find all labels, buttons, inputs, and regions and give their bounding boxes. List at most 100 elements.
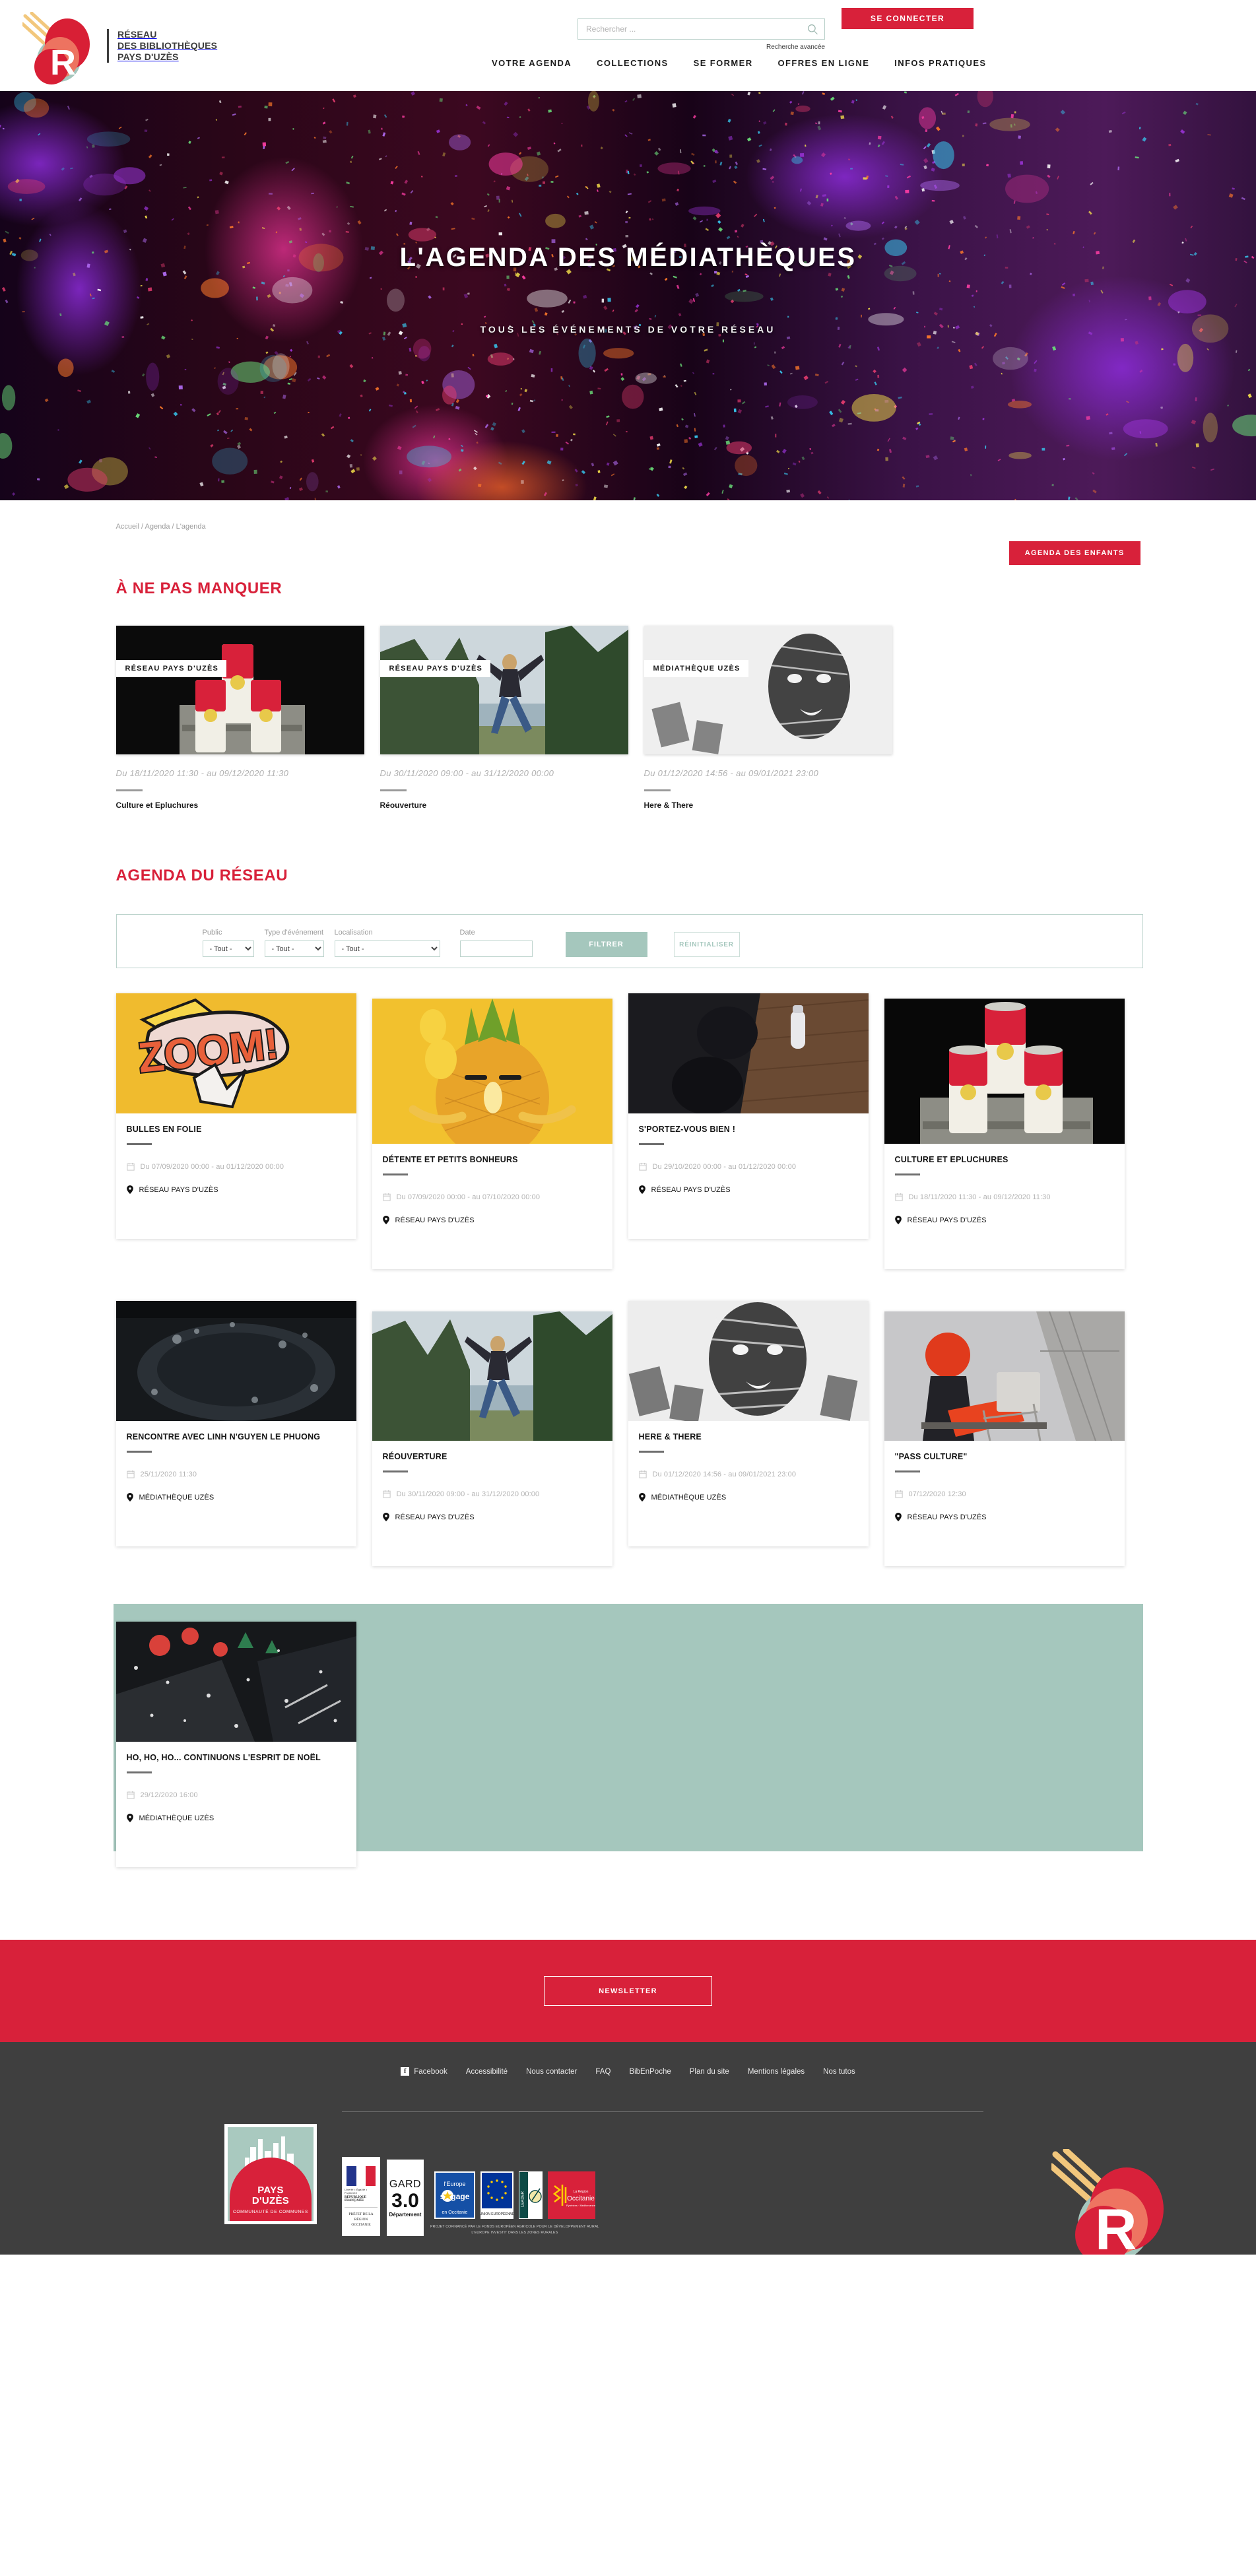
event-card[interactable]: RÉOUVERTURE Du 30/11/2020 09:00 - au 31/… bbox=[372, 1311, 612, 1566]
highlight-image[interactable]: MÉDIATHÈQUE UZÈS bbox=[644, 626, 892, 754]
event-date-row: Du 01/12/2020 14:56 - au 09/01/2021 23:0… bbox=[639, 1470, 858, 1478]
highlight-title[interactable]: Réouverture bbox=[380, 801, 628, 810]
advanced-search-link[interactable]: Recherche avancée bbox=[766, 44, 825, 51]
event-title[interactable]: "PASS CULTURE" bbox=[895, 1451, 1114, 1462]
highlight-card[interactable]: MÉDIATHÈQUE UZÈS Du 01/12/2020 14:56 - a… bbox=[644, 626, 892, 810]
event-image[interactable] bbox=[628, 993, 869, 1113]
event-image[interactable] bbox=[372, 1311, 612, 1441]
event-title[interactable]: RENCONTRE AVEC LINH N'GUYEN LE PHUONG bbox=[127, 1432, 346, 1442]
logo-line-1: RÉSEAU bbox=[117, 29, 217, 40]
event-body: S'PORTEZ-VOUS BIEN ! Du 29/10/2020 00:00… bbox=[628, 1113, 869, 1239]
event-image[interactable] bbox=[884, 999, 1125, 1144]
event-card[interactable]: DÉTENTE ET PETITS BONHEURS Du 07/09/2020… bbox=[372, 999, 612, 1269]
breadcrumb-agenda[interactable]: Agenda bbox=[145, 523, 170, 531]
event-card[interactable]: HO, HO, HO... CONTINUONS L'ESPRIT DE NOË… bbox=[116, 1622, 356, 1867]
nav-item-se-former[interactable]: SE FORMER bbox=[694, 58, 753, 68]
event-image[interactable] bbox=[116, 1301, 356, 1421]
leader-logo[interactable]: LEADER bbox=[519, 2171, 543, 2219]
site-footer: f Facebook Accessibilité Nous contacter … bbox=[0, 2042, 1256, 2255]
nav-item-collections[interactable]: COLLECTIONS bbox=[597, 58, 669, 68]
pays-uzes-logo[interactable]: PAYS D'UZÈS COMMUNAUTÉ DE COMMUNES bbox=[224, 2124, 317, 2224]
event-card[interactable]: HERE & THERE Du 01/12/2020 14:56 - au 09… bbox=[628, 1301, 869, 1546]
gard-departement-logo[interactable]: GARD 3.0 Département bbox=[387, 2160, 424, 2236]
event-body: CULTURE ET EPLUCHURES Du 18/11/2020 11:3… bbox=[884, 1144, 1125, 1269]
hero-title: L'AGENDA DES MÉDIATHÈQUES bbox=[399, 243, 856, 273]
event-title[interactable]: DÉTENTE ET PETITS BONHEURS bbox=[383, 1154, 602, 1165]
site-logo[interactable]: R RÉSEAU DES BIBLIOTHÈQUES PAYS D'UZÈS bbox=[18, 7, 217, 84]
footer-link-nous-contacter[interactable]: Nous contacter bbox=[526, 2068, 577, 2076]
event-date: Du 01/12/2020 14:56 - au 09/01/2021 23:0… bbox=[653, 1470, 797, 1478]
highlight-card[interactable]: RÉSEAU PAYS D'UZÈS Du 18/11/2020 11:30 -… bbox=[116, 626, 364, 810]
highlight-title[interactable]: Culture et Epluchures bbox=[116, 801, 364, 810]
event-title[interactable]: BULLES EN FOLIE bbox=[127, 1124, 346, 1135]
union-europeenne-logo[interactable]: UNION EUROPÉENNE bbox=[480, 2171, 513, 2219]
funding-line-2: L'EUROPE INVESTIT DANS LES ZONES RURALES bbox=[430, 2230, 599, 2236]
event-card[interactable]: "PASS CULTURE" 07/12/2020 12:30 RÉSEAU P… bbox=[884, 1311, 1125, 1566]
soup-cans-photo bbox=[884, 999, 1125, 1144]
calendar-icon bbox=[895, 1490, 903, 1498]
event-title[interactable]: RÉOUVERTURE bbox=[383, 1451, 602, 1462]
event-title[interactable]: HERE & THERE bbox=[639, 1432, 858, 1442]
search-box[interactable] bbox=[578, 18, 825, 40]
highlight-tag: RÉSEAU PAYS D'UZÈS bbox=[380, 660, 491, 677]
event-date-row: Du 30/11/2020 09:00 - au 31/12/2020 00:0… bbox=[383, 1490, 602, 1498]
agenda-enfants-button[interactable]: AGENDA DES ENFANTS bbox=[1009, 541, 1140, 565]
footer-link-faq[interactable]: FAQ bbox=[595, 2068, 611, 2076]
event-card[interactable]: RENCONTRE AVEC LINH N'GUYEN LE PHUONG 25… bbox=[116, 1301, 356, 1546]
event-body: HERE & THERE Du 01/12/2020 14:56 - au 09… bbox=[628, 1421, 869, 1546]
login-button[interactable]: SE CONNECTER bbox=[842, 8, 974, 29]
search-icon[interactable] bbox=[807, 23, 818, 35]
event-card[interactable]: ZOOM! BULLES EN FOLIE Du 07/09/2020 00:0… bbox=[116, 993, 356, 1239]
event-image[interactable] bbox=[372, 999, 612, 1144]
newsletter-button[interactable]: NEWSLETTER bbox=[544, 1976, 712, 2006]
footer-link-accessibilite[interactable]: Accessibilité bbox=[466, 2068, 508, 2076]
event-title[interactable]: S'PORTEZ-VOUS BIEN ! bbox=[639, 1124, 858, 1135]
event-rule bbox=[895, 1173, 920, 1175]
event-image[interactable] bbox=[628, 1301, 869, 1421]
event-place: RÉSEAU PAYS D'UZÈS bbox=[139, 1186, 218, 1194]
region-occitanie-logo[interactable]: La Région Occitanie Pyrénées · Méditerra… bbox=[548, 2171, 595, 2219]
highlight-card[interactable]: RÉSEAU PAYS D'UZÈS Du 30/11/2020 09:00 -… bbox=[380, 626, 628, 810]
filter-location-select[interactable]: - Tout - bbox=[335, 941, 440, 957]
logo-letter: R bbox=[50, 45, 76, 81]
event-place: RÉSEAU PAYS D'UZÈS bbox=[908, 1513, 987, 1521]
filter-submit-button[interactable]: FILTRER bbox=[566, 932, 647, 957]
footer-link-mentions-legales[interactable]: Mentions légales bbox=[748, 2068, 805, 2076]
pays-uzes-wordmark: PAYS D'UZÈS COMMUNAUTÉ DE COMMUNES bbox=[228, 2185, 314, 2214]
event-card[interactable]: CULTURE ET EPLUCHURES Du 18/11/2020 11:3… bbox=[884, 999, 1125, 1269]
yoga-mat-photo bbox=[628, 993, 869, 1113]
event-image[interactable] bbox=[884, 1311, 1125, 1441]
highlight-image[interactable]: RÉSEAU PAYS D'UZÈS bbox=[116, 626, 364, 754]
event-date-row: 25/11/2020 11:30 bbox=[127, 1470, 346, 1478]
event-image[interactable]: ZOOM! bbox=[116, 993, 356, 1113]
event-title[interactable]: CULTURE ET EPLUCHURES bbox=[895, 1154, 1114, 1165]
footer-link-bibenpoche[interactable]: BibEnPoche bbox=[629, 2068, 671, 2076]
event-card[interactable]: S'PORTEZ-VOUS BIEN ! Du 29/10/2020 00:00… bbox=[628, 993, 869, 1239]
prefet-occitanie-logo[interactable]: Liberté • Égalité • Fraternité RÉPUBLIQU… bbox=[342, 2157, 380, 2236]
nav-item-offres-en-ligne[interactable]: OFFRES EN LIGNE bbox=[778, 58, 870, 68]
location-pin-icon bbox=[383, 1216, 389, 1224]
footer-link-facebook[interactable]: f Facebook bbox=[401, 2067, 447, 2076]
event-image[interactable] bbox=[116, 1622, 356, 1742]
filter-reset-button[interactable]: RÉINITIALISER bbox=[674, 932, 740, 957]
filter-date-input[interactable] bbox=[460, 941, 533, 957]
filter-public-select[interactable]: - Tout - bbox=[203, 941, 254, 957]
partners-column: Liberté • Égalité • Fraternité RÉPUBLIQU… bbox=[342, 2111, 1002, 2236]
facebook-icon: f bbox=[401, 2067, 409, 2076]
highlight-title[interactable]: Here & There bbox=[644, 801, 892, 810]
highlight-image[interactable]: RÉSEAU PAYS D'UZÈS bbox=[380, 626, 628, 754]
nav-item-infos-pratiques[interactable]: INFOS PRATIQUES bbox=[894, 58, 986, 68]
event-title[interactable]: HO, HO, HO... CONTINUONS L'ESPRIT DE NOË… bbox=[127, 1752, 346, 1763]
footer-link-nos-tutos[interactable]: Nos tutos bbox=[823, 2068, 855, 2076]
breadcrumb-accueil[interactable]: Accueil bbox=[116, 523, 139, 531]
footer-link-plan-du-site[interactable]: Plan du site bbox=[690, 2068, 729, 2076]
search-input[interactable] bbox=[578, 19, 824, 39]
event-rule bbox=[639, 1143, 664, 1145]
event-rule bbox=[127, 1451, 152, 1453]
filter-type-select[interactable]: - Tout - bbox=[265, 941, 324, 957]
nav-item-votre-agenda[interactable]: VOTRE AGENDA bbox=[492, 58, 572, 68]
europe-sengage-logo[interactable]: l'Europe s'ngage en Occitanie bbox=[434, 2171, 475, 2219]
breadcrumb-lagenda[interactable]: L'agenda bbox=[176, 523, 206, 531]
event-date: Du 30/11/2020 09:00 - au 31/12/2020 00:0… bbox=[397, 1490, 540, 1498]
hero-banner: L'AGENDA DES MÉDIATHÈQUES TOUS LES ÉVÉNE… bbox=[0, 91, 1256, 500]
